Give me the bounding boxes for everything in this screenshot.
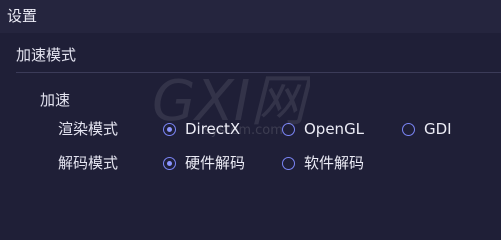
radio-checked-icon — [163, 156, 176, 170]
decode-mode-label: 解码模式 — [58, 154, 119, 172]
section-divider — [16, 72, 501, 73]
radio-checked-icon — [163, 122, 176, 136]
acceleration-group-title: 加速 — [40, 91, 71, 109]
render-mode-option-gdi[interactable]: GDI — [402, 119, 452, 139]
decode-mode-option-hardware[interactable]: 硬件解码 — [163, 153, 245, 173]
option-label: DirectX — [185, 120, 241, 138]
settings-title: 设置 — [7, 7, 38, 25]
radio-unchecked-icon — [402, 122, 415, 136]
settings-header: 设置 — [0, 0, 501, 33]
decode-mode-option-software[interactable]: 软件解码 — [282, 153, 364, 173]
render-mode-option-opengl[interactable]: OpenGL — [282, 119, 364, 139]
render-mode-label: 渲染模式 — [58, 120, 119, 138]
option-label: 硬件解码 — [185, 154, 246, 172]
render-mode-option-directx[interactable]: DirectX — [163, 119, 240, 139]
acceleration-mode-section-title: 加速模式 — [16, 46, 77, 64]
option-label: GDI — [424, 120, 452, 138]
radio-unchecked-icon — [282, 122, 295, 136]
option-label: OpenGL — [304, 120, 365, 138]
option-label: 软件解码 — [304, 154, 365, 172]
radio-unchecked-icon — [282, 156, 295, 170]
